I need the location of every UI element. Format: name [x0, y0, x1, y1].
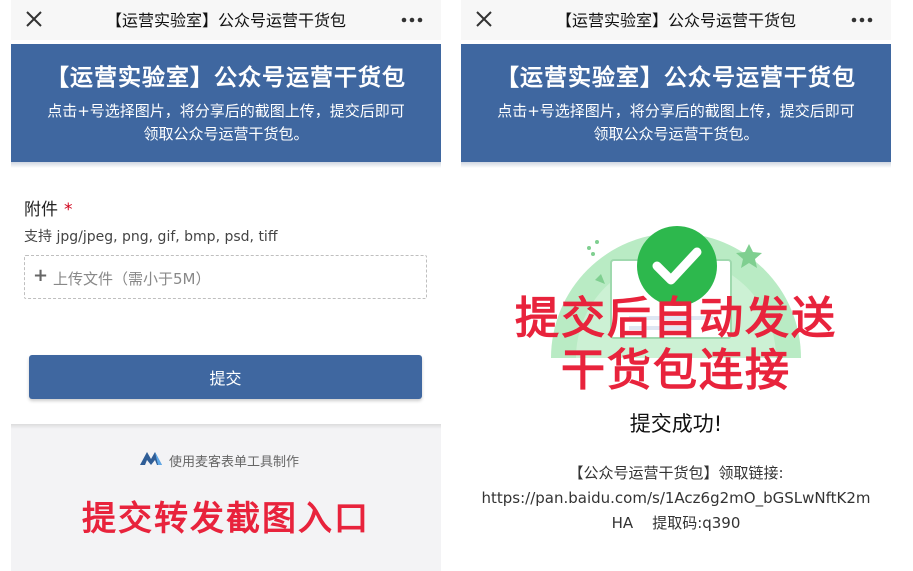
maker-credit-link[interactable]: 使用麦客表单工具制作: [169, 451, 299, 470]
submit-button[interactable]: 提交: [29, 355, 422, 399]
banner-desc-line: 领取公众号运营干货包。: [143, 125, 309, 143]
upload-file-label: 上传文件（需小于5M）: [53, 270, 211, 288]
success-screen: 【运营实验室】公众号运营干货包 【运营实验室】公众号运营干货包 点击+号选择图片…: [461, 0, 891, 571]
overlay-caption: 提交转发截图入口: [82, 499, 370, 539]
title-bar: 【运营实验室】公众号运营干货包: [11, 0, 441, 40]
success-panel: 提交后自动发送 干货包连接 提交成功! 【公众号运营干货包】领取链接: http…: [461, 168, 891, 571]
close-icon[interactable]: [473, 8, 495, 30]
result-message: 【公众号运营干货包】领取链接: https://pan.baidu.com/s/…: [475, 461, 877, 536]
banner-shadow: [11, 162, 441, 168]
banner-description: 点击+号选择图片，将分享后的截图上传，提交后即可 领取公众号运营干货包。: [25, 100, 427, 146]
close-icon[interactable]: [23, 8, 45, 30]
plus-icon: +: [33, 265, 49, 286]
attachment-format-hint: 支持 jpg/jpeg, png, gif, bmp, psd, tiff: [24, 229, 278, 245]
form-banner: 【运营实验室】公众号运营干货包 点击+号选择图片，将分享后的截图上传，提交后即可…: [461, 44, 891, 162]
required-mark: *: [64, 200, 73, 220]
attachment-label-text: 附件: [24, 200, 58, 220]
title-bar: 【运营实验室】公众号运营干货包: [461, 0, 891, 40]
extraction-code: HA 提取码:q390: [611, 514, 741, 532]
overlay-caption-line: 干货包连接: [561, 345, 791, 396]
form-footer: 使用麦客表单工具制作 提交转发截图入口: [11, 424, 441, 571]
banner-desc-line: 点击+号选择图片，将分享后的截图上传，提交后即可: [497, 102, 855, 120]
attachment-field-label: 附件 *: [24, 195, 73, 220]
mikecrm-logo-icon: [140, 452, 162, 465]
banner-title: 【运营实验室】公众号运营干货包: [496, 65, 856, 91]
success-message: 提交成功!: [629, 412, 723, 436]
footer-divider: [11, 424, 441, 429]
form-banner: 【运营实验室】公众号运营干货包 点击+号选择图片，将分享后的截图上传，提交后即可…: [11, 44, 441, 162]
overlay-caption: 提交后自动发送 干货包连接: [461, 293, 891, 397]
overlay-caption-line: 提交后自动发送: [515, 293, 837, 344]
page-title: 【运营实验室】公众号运营干货包: [555, 11, 796, 30]
result-line: 【公众号运营干货包】领取链接:: [568, 464, 784, 482]
banner-desc-line: 点击+号选择图片，将分享后的截图上传，提交后即可: [47, 102, 405, 120]
banner-title: 【运营实验室】公众号运营干货包: [46, 65, 406, 91]
page-title: 【运营实验室】公众号运营干货包: [105, 11, 346, 30]
banner-desc-line: 领取公众号运营干货包。: [593, 125, 759, 143]
more-icon[interactable]: [851, 17, 873, 23]
form-screen: 【运营实验室】公众号运营干货包 【运营实验室】公众号运营干货包 点击+号选择图片…: [11, 0, 441, 571]
upload-file-button[interactable]: + 上传文件（需小于5M）: [24, 255, 427, 299]
download-link[interactable]: https://pan.baidu.com/s/1Acz6g2mO_bGSLwN…: [475, 486, 877, 511]
banner-description: 点击+号选择图片，将分享后的截图上传，提交后即可 领取公众号运营干货包。: [475, 100, 877, 146]
more-icon[interactable]: [401, 17, 423, 23]
